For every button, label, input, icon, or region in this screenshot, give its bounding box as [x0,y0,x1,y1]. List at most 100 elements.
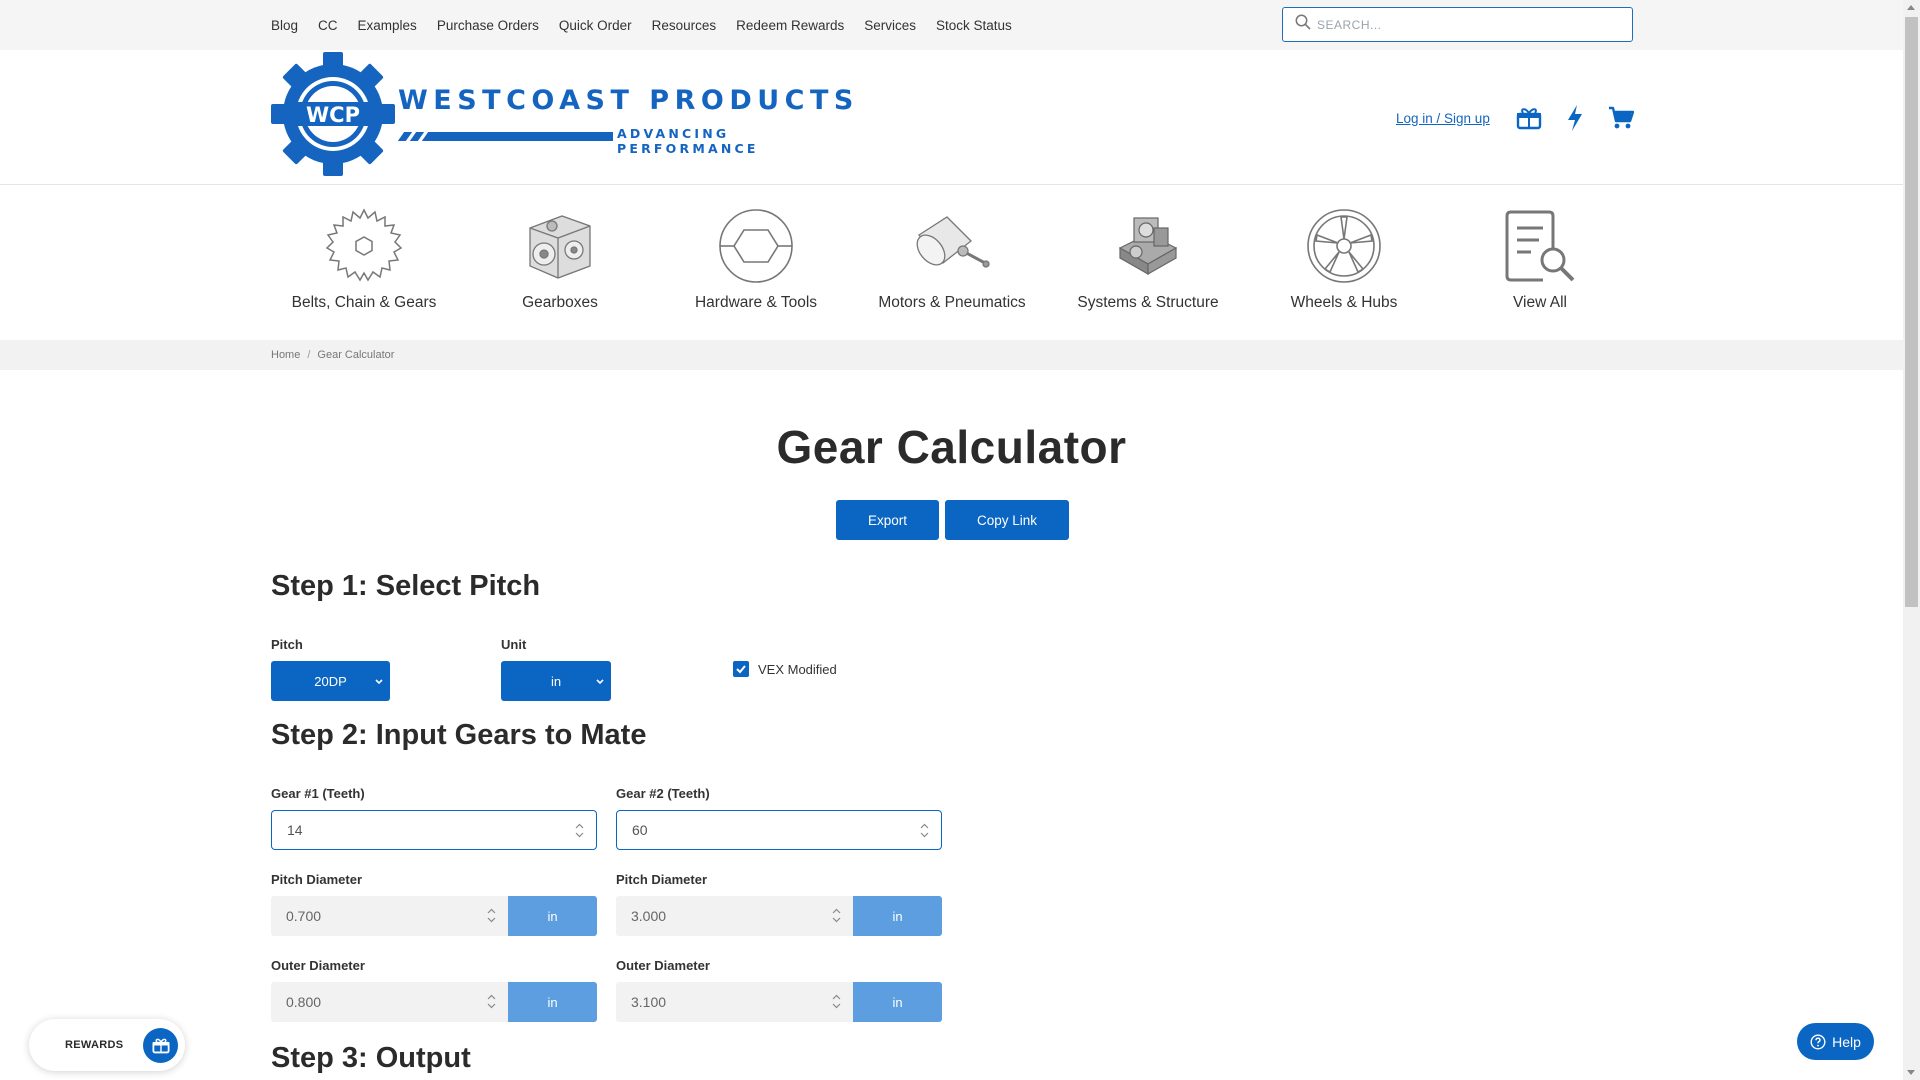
pitch-label: Pitch [271,637,303,652]
top-link-examples[interactable]: Examples [358,18,417,33]
view-all-icon [1500,206,1580,286]
pitch-value: 20DP [314,673,347,689]
checkbox-checked-icon [733,661,749,677]
category-label: Wheels & Hubs [1290,294,1398,311]
gear2-teeth-value: 60 [632,822,648,838]
gear1-pitch-diameter-value: 0.700 [286,908,322,924]
scroll-up-arrow-icon[interactable] [1907,5,1915,10]
chevron-down-icon [596,679,604,685]
quick-order-bolt-icon[interactable] [1561,104,1589,132]
gear2-teeth-input[interactable]: 60 [616,810,942,850]
gear1-pitch-diameter-label: Pitch Diameter [271,872,363,887]
gear1-teeth-label: Gear #1 (Teeth) [271,786,365,801]
assembly-icon [1108,206,1188,286]
gear2-pitch-diameter-label: Pitch Diameter [616,872,708,887]
stepper-arrows-icon[interactable] [487,907,496,924]
step3-heading: Step 3: Output [271,1042,471,1074]
vex-modified-checkbox[interactable]: VEX Modified [733,661,837,677]
gear2-outer-diameter-label: Outer Diameter [616,958,710,973]
rewards-gift-icon [143,1028,178,1063]
logo-title: WESTCOAST PRODUCTS [398,85,859,116]
stepper-arrows-icon[interactable] [832,993,841,1010]
category-label: Motors & Pneumatics [878,294,1026,311]
search-icon [1295,14,1311,35]
category-label: Hardware & Tools [694,294,818,311]
action-buttons: Export Copy Link [836,500,1069,540]
rewards-gift-icon[interactable] [1515,104,1543,132]
gear2-pitch-diameter-value: 3.000 [631,908,667,924]
stepper-arrows-icon[interactable] [575,822,584,839]
category-nav: Belts, Chain & Gears Gearboxes Hardware … [0,186,1903,340]
gear1-teeth-value: 14 [287,822,303,838]
gear1-outer-diameter-unit-button[interactable]: in [508,982,597,1022]
category-motors-pneumatics[interactable]: Motors & Pneumatics [862,206,1042,312]
category-view-all[interactable]: View All [1450,206,1630,312]
category-systems-structure[interactable]: Systems & Structure [1058,206,1238,312]
top-link-blog[interactable]: Blog [271,18,298,33]
category-label: Gearboxes [522,294,598,311]
cart-icon[interactable] [1607,104,1635,132]
category-wheels-hubs[interactable]: Wheels & Hubs [1254,206,1434,312]
top-link-cc[interactable]: CC [318,18,338,33]
top-utility-bar: Blog CC Examples Purchase Orders Quick O… [0,0,1903,50]
gear2-outer-diameter-unit-button[interactable]: in [853,982,942,1022]
top-link-quick-order[interactable]: Quick Order [559,18,632,33]
motor-icon [912,206,992,286]
help-label: Help [1832,1033,1861,1050]
top-link-services[interactable]: Services [864,18,916,33]
breadcrumb: Home / Gear Calculator [271,340,394,370]
top-link-purchase-orders[interactable]: Purchase Orders [437,18,539,33]
site-header: WCP WESTCOAST PRODUCTS ADVANCING PERFORM… [0,50,1903,185]
gear2-pitch-diameter-unit-button[interactable]: in [853,896,942,936]
search-box[interactable] [1282,7,1633,42]
rewards-label: REWARDS [65,1039,124,1051]
scrollbar-thumb[interactable] [1905,17,1918,607]
vex-modified-label: VEX Modified [758,661,837,677]
scroll-down-arrow-icon[interactable] [1907,1070,1915,1075]
logo-badge-text: WCP [306,103,360,127]
chevron-down-icon [375,679,383,685]
top-link-resources[interactable]: Resources [652,18,717,33]
category-hardware-tools[interactable]: Hardware & Tools [666,206,846,312]
stepper-arrows-icon[interactable] [487,993,496,1010]
unit-select[interactable]: in [501,661,611,701]
category-label: View All [1513,294,1567,311]
gear1-outer-diameter-value: 0.800 [286,994,322,1010]
unit-label: Unit [501,637,527,652]
top-link-redeem-rewards[interactable]: Redeem Rewards [736,18,844,33]
question-circle-icon [1810,1033,1826,1050]
gear2-outer-diameter-field[interactable]: 3.100 [616,982,853,1022]
help-button[interactable]: Help [1797,1023,1874,1060]
breadcrumb-home[interactable]: Home [271,349,300,361]
stepper-arrows-icon[interactable] [920,822,929,839]
export-button[interactable]: Export [836,500,939,540]
category-belts-chain-gears[interactable]: Belts, Chain & Gears [274,206,454,312]
category-gearboxes[interactable]: Gearboxes [470,206,650,312]
header-actions: Log in / Sign up [1396,104,1653,132]
search-input[interactable] [1317,17,1617,32]
breadcrumb-bar: Home / Gear Calculator [0,340,1903,370]
breadcrumb-separator: / [307,349,311,361]
gear1-pitch-diameter-field[interactable]: 0.700 [271,896,508,936]
gear2-pitch-diameter-field[interactable]: 3.000 [616,896,853,936]
logo-gear-icon: WCP [271,52,395,176]
top-link-stock-status[interactable]: Stock Status [936,18,1012,33]
category-label: Belts, Chain & Gears [291,294,437,311]
gear2-teeth-label: Gear #2 (Teeth) [616,786,710,801]
westcoast-products-logo[interactable]: WCP WESTCOAST PRODUCTS ADVANCING PERFORM… [271,52,871,178]
rewards-widget[interactable]: REWARDS [29,1019,185,1071]
gear1-teeth-input[interactable]: 14 [271,810,597,850]
pitch-select[interactable]: 20DP [271,661,390,701]
step1-heading: Step 1: Select Pitch [271,570,541,602]
stepper-arrows-icon[interactable] [832,907,841,924]
top-links: Blog CC Examples Purchase Orders Quick O… [271,0,1012,50]
gear1-pitch-diameter-unit-button[interactable]: in [508,896,597,936]
unit-value: in [550,673,562,689]
category-label: Systems & Structure [1077,294,1219,311]
gear2-outer-diameter-value: 3.100 [631,994,667,1010]
login-signup-link[interactable]: Log in / Sign up [1396,111,1490,126]
wheel-icon [1304,206,1384,286]
copy-link-button[interactable]: Copy Link [945,500,1069,540]
gear1-outer-diameter-field[interactable]: 0.800 [271,982,508,1022]
gearbox-icon [520,206,600,286]
